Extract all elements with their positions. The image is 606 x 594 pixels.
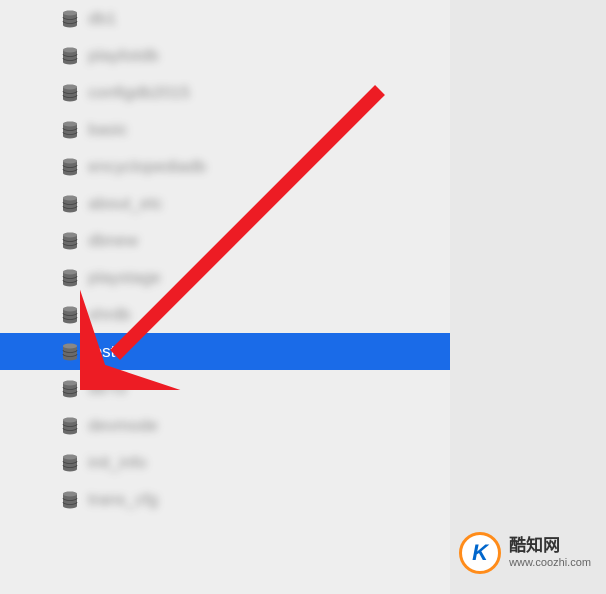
item-label: about_etc [88, 194, 163, 214]
watermark-text-block: 酷知网 www.coozhi.com [509, 536, 591, 570]
item-label: playstage [88, 268, 161, 288]
item-label: dbnew [88, 231, 138, 251]
item-label: playlistdb [88, 46, 159, 66]
database-icon [60, 305, 80, 325]
database-icon [60, 453, 80, 473]
database-icon [60, 268, 80, 288]
list-item[interactable]: encyclopediadb [0, 148, 450, 185]
list-item[interactable]: db-f3 [0, 370, 450, 407]
item-label: basic [88, 120, 128, 140]
list-item[interactable]: about_etc [0, 185, 450, 222]
item-label: encyclopediadb [88, 157, 206, 177]
database-icon [60, 83, 80, 103]
list-item[interactable]: dbnew [0, 222, 450, 259]
watermark-url: www.coozhi.com [509, 557, 591, 570]
list-item[interactable]: db1 [0, 0, 450, 37]
database-icon [60, 379, 80, 399]
database-icon [60, 231, 80, 251]
watermark-logo-text: K [472, 540, 488, 566]
database-list: db1 playlistdb configdb2015 basic encycl… [0, 0, 450, 594]
item-label: db1 [88, 9, 116, 29]
list-item[interactable]: init_info [0, 444, 450, 481]
item-label: devmode [88, 416, 158, 436]
list-item[interactable]: basic [0, 111, 450, 148]
database-icon [60, 194, 80, 214]
item-label: db-f3 [88, 379, 127, 399]
database-icon [60, 120, 80, 140]
list-item[interactable]: shrdb [0, 296, 450, 333]
list-item[interactable]: configdb2015 [0, 74, 450, 111]
list-item[interactable]: devmode [0, 407, 450, 444]
database-icon [60, 157, 80, 177]
item-label: shrdb [88, 305, 131, 325]
database-icon [60, 416, 80, 436]
list-item-selected[interactable]: test [0, 333, 450, 370]
database-icon [60, 46, 80, 66]
list-item[interactable]: playlistdb [0, 37, 450, 74]
item-label: trans_cfg [88, 490, 158, 510]
database-icon [60, 9, 80, 29]
item-label: configdb2015 [88, 83, 190, 103]
watermark-title: 酷知网 [509, 536, 591, 556]
item-label: test [88, 342, 115, 362]
list-item[interactable]: trans_cfg [0, 481, 450, 518]
watermark: K 酷知网 www.coozhi.com [459, 532, 591, 574]
database-icon [60, 490, 80, 510]
watermark-logo-icon: K [459, 532, 501, 574]
list-item[interactable]: playstage [0, 259, 450, 296]
item-label: init_info [88, 453, 147, 473]
database-icon [60, 342, 80, 362]
